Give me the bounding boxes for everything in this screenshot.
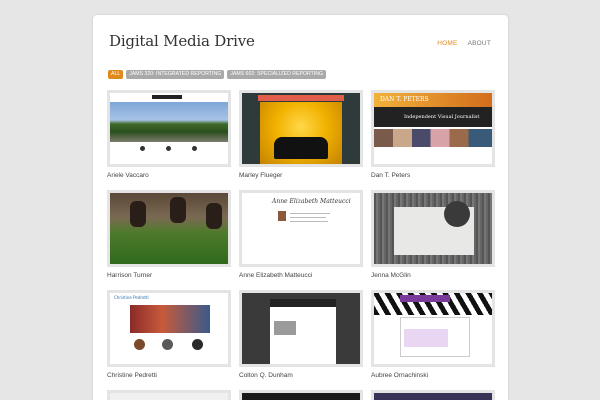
item-caption[interactable]: Dan T. Peters: [371, 172, 495, 183]
thumbnail[interactable]: Anne Elizabeth Matteucci: [239, 190, 363, 267]
thumbnail[interactable]: Christine Pedretti: [107, 290, 231, 367]
main-nav: HOME ABOUT: [437, 40, 491, 47]
item-caption[interactable]: Jenna McGlin: [371, 272, 495, 283]
portfolio-item[interactable]: [239, 390, 363, 400]
thumbnail[interactable]: [371, 190, 495, 267]
portfolio-item[interactable]: Ariele Vaccaro: [107, 90, 231, 183]
filter-all[interactable]: ALL: [108, 70, 124, 79]
thumb-pedretti-title: Christine Pedretti: [114, 295, 149, 300]
thumbnail[interactable]: [107, 90, 231, 167]
portfolio-item[interactable]: Anne Elizabeth Matteucci Anne Elizabeth …: [239, 190, 363, 283]
portfolio-item[interactable]: Aubree Ornachinski: [371, 290, 495, 383]
thumbnail[interactable]: [371, 290, 495, 367]
item-caption[interactable]: Anne Elizabeth Matteucci: [239, 272, 363, 283]
item-caption[interactable]: Marley Flueger: [239, 172, 363, 183]
portfolio-grid: Ariele Vaccaro Marley Flueger DAN T. PET…: [107, 90, 495, 400]
filter-jams-602[interactable]: JAMS 602: SPECIALIZED REPORTING: [227, 70, 327, 79]
portfolio-item[interactable]: [107, 390, 231, 400]
nav-home[interactable]: HOME: [437, 40, 457, 47]
item-caption[interactable]: Christine Pedretti: [107, 372, 231, 383]
portfolio-item[interactable]: [371, 390, 495, 400]
nav-about[interactable]: ABOUT: [468, 40, 491, 47]
item-caption[interactable]: Aubree Ornachinski: [371, 372, 495, 383]
portfolio-item[interactable]: DAN T. PETERS Independent Visual Journal…: [371, 90, 495, 183]
thumbnail[interactable]: [371, 390, 495, 400]
portfolio-item[interactable]: Harrison Turner: [107, 190, 231, 283]
portfolio-item[interactable]: Marley Flueger: [239, 90, 363, 183]
thumb-peters-tagline: Independent Visual Journalist: [404, 114, 480, 120]
thumbnail[interactable]: [239, 390, 363, 400]
thumb-matteucci-signature: Anne Elizabeth Matteucci: [272, 198, 351, 205]
thumbnail[interactable]: [107, 190, 231, 267]
portfolio-item[interactable]: Jenna McGlin: [371, 190, 495, 283]
filter-jams-320[interactable]: JAMS 320: INTEGRATED REPORTING: [126, 70, 225, 79]
thumbnail[interactable]: [239, 90, 363, 167]
portfolio-item[interactable]: Colton Q. Dunham: [239, 290, 363, 383]
item-caption[interactable]: Colton Q. Dunham: [239, 372, 363, 383]
item-caption[interactable]: Ariele Vaccaro: [107, 172, 231, 183]
category-filters: ALL JAMS 320: INTEGRATED REPORTING JAMS …: [108, 70, 327, 79]
thumbnail[interactable]: DAN T. PETERS Independent Visual Journal…: [371, 90, 495, 167]
item-caption[interactable]: Harrison Turner: [107, 272, 231, 283]
thumbnail[interactable]: [107, 390, 231, 400]
thumb-peters-name: DAN T. PETERS: [380, 96, 429, 103]
page-container: Digital Media Drive HOME ABOUT ALL JAMS …: [93, 15, 508, 400]
site-title[interactable]: Digital Media Drive: [109, 32, 255, 50]
portfolio-item[interactable]: Christine Pedretti Christine Pedretti: [107, 290, 231, 383]
thumbnail[interactable]: [239, 290, 363, 367]
